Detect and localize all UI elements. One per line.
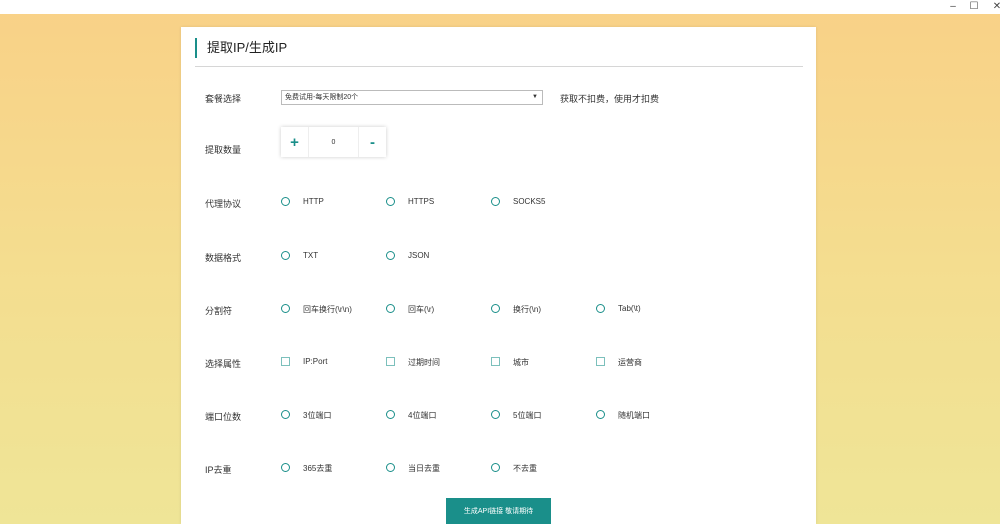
row-label: 代理协议 [205, 199, 242, 209]
option-label: 当日去重 [408, 464, 440, 473]
checkbox[interactable] [596, 357, 605, 366]
option-row: 数据格式 TXT JSON [181, 249, 816, 265]
row-label: 数据格式 [205, 253, 242, 263]
checkbox[interactable] [386, 357, 395, 366]
option-label: 运营商 [618, 358, 642, 367]
option-label: IP:Port [303, 357, 328, 366]
option-label: HTTP [303, 197, 324, 206]
row-label: 端口位数 [205, 412, 242, 422]
option-label: 回车(\r) [408, 305, 435, 314]
quantity-input[interactable]: 0 [308, 127, 359, 157]
checkbox[interactable] [281, 357, 290, 366]
option-label: 4位端口 [408, 411, 437, 420]
radio-button[interactable] [491, 197, 500, 206]
option-label: 回车换行(\r\n) [303, 305, 352, 314]
option-label: 365去重 [303, 464, 333, 473]
close-icon[interactable]: ✕ [984, 0, 1000, 14]
package-select[interactable]: 免费试用-每天限制20个 ▼ [281, 90, 543, 105]
radio-button[interactable] [386, 410, 395, 419]
package-value: 免费试用-每天限制20个 [285, 94, 359, 101]
option-label: 过期时间 [408, 358, 440, 367]
divider [195, 66, 803, 67]
dropdown-arrow-icon: ▼ [532, 94, 538, 100]
option-label: SOCKS5 [513, 197, 546, 206]
radio-button[interactable] [491, 410, 500, 419]
option-label: JSON [408, 251, 430, 260]
option-label: 随机端口 [618, 411, 650, 420]
option-label: HTTPS [408, 197, 435, 206]
package-row: 套餐选择 免费试用-每天限制20个 ▼ 获取不扣费，使用才扣费 [181, 90, 816, 106]
radio-button[interactable] [386, 251, 395, 260]
option-label: 不去重 [513, 464, 537, 473]
package-label: 套餐选择 [205, 94, 242, 104]
option-row: 选择属性 IP:Port 过期时间 城市 运营商 [181, 355, 816, 371]
quantity-label: 提取数量 [205, 145, 242, 155]
row-label: 分割符 [205, 306, 233, 316]
radio-button[interactable] [596, 304, 605, 313]
radio-button[interactable] [281, 251, 290, 260]
option-label: Tab(\t) [618, 304, 641, 313]
option-row: 代理协议 HTTP HTTPS SOCKS5 [181, 195, 816, 211]
option-label: 换行(\n) [513, 305, 541, 314]
option-label: TXT [303, 251, 319, 260]
checkbox[interactable] [491, 357, 500, 366]
quantity-stepper: + 0 - [281, 127, 386, 157]
minus-button[interactable]: - [359, 127, 386, 157]
radio-button[interactable] [386, 197, 395, 206]
quantity-row: 提取数量 + 0 - [181, 127, 816, 157]
radio-button[interactable] [281, 197, 290, 206]
option-label: 5位端口 [513, 411, 542, 420]
radio-button[interactable] [281, 410, 290, 419]
radio-button[interactable] [386, 463, 395, 472]
option-label: 城市 [513, 358, 529, 367]
generate-api-link-button[interactable]: 生成API链接 敬请期待 [446, 498, 551, 524]
radio-button[interactable] [491, 463, 500, 472]
page-title: 提取IP/生成IP [195, 38, 287, 58]
radio-button[interactable] [596, 410, 605, 419]
radio-button[interactable] [386, 304, 395, 313]
option-row: IP去重 365去重 当日去重 不去重 [181, 461, 816, 477]
plus-button[interactable]: + [281, 127, 308, 157]
row-label: IP去重 [205, 465, 232, 475]
radio-button[interactable] [281, 304, 290, 313]
option-label: 3位端口 [303, 411, 332, 420]
row-label: 选择属性 [205, 359, 242, 369]
extract-ip-card: 提取IP/生成IP 套餐选择 免费试用-每天限制20个 ▼ 获取不扣费，使用才扣费… [181, 27, 816, 524]
title-bar: – ☐ ✕ [0, 0, 1000, 14]
option-row: 端口位数 3位端口 4位端口 5位端口 随机端口 [181, 408, 816, 424]
radio-button[interactable] [491, 304, 500, 313]
package-note: 获取不扣费，使用才扣费 [560, 94, 660, 104]
radio-button[interactable] [281, 463, 290, 472]
option-row: 分割符 回车换行(\r\n) 回车(\r) 换行(\n) Tab(\t) [181, 302, 816, 318]
